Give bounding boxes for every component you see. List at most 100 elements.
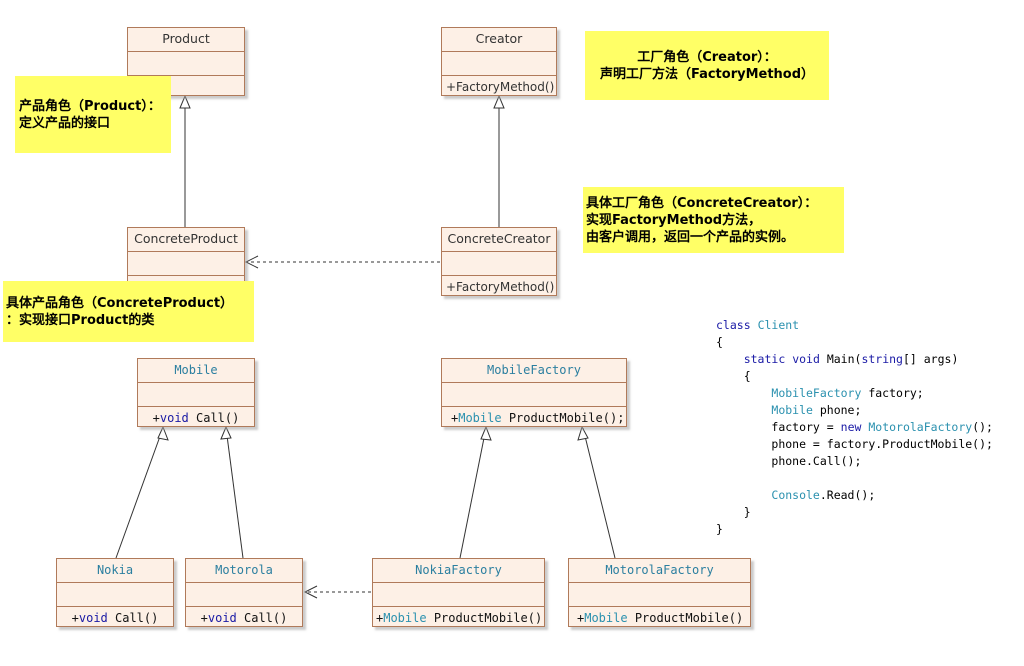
class-operation: +FactoryMethod(): [446, 80, 555, 94]
code-line: static void Main(string[] args): [716, 351, 993, 368]
motorola-class[interactable]: Motorola +void Call(): [185, 558, 303, 627]
code-line: class Client: [716, 317, 993, 334]
code-keyword: class: [716, 318, 751, 332]
class-operation: +void Call(): [138, 407, 254, 430]
note-line: 工厂角色（Creator）：: [637, 50, 777, 65]
code-line: }: [716, 504, 993, 521]
code-text: {: [743, 369, 751, 383]
class-attributes: [128, 52, 244, 76]
op-return-type: Mobile: [458, 411, 502, 425]
class-attributes: [57, 583, 173, 607]
note-line: ：实现接口Product的类: [6, 313, 155, 328]
class-attributes: [138, 383, 254, 407]
code-text: }: [743, 505, 751, 519]
note-line: 由客户调用，返回一个产品的实例。: [586, 230, 795, 245]
code-line: phone = factory.ProductMobile();: [716, 436, 993, 453]
code-line: {: [716, 368, 993, 385]
class-name: Product: [128, 28, 244, 52]
note-line: 定义产品的接口: [19, 116, 111, 131]
code-type: Client: [757, 318, 800, 332]
op-signature: Call(): [188, 411, 240, 425]
op-signature: ProductMobile(): [426, 611, 543, 625]
code-keyword: static: [743, 352, 786, 366]
mobile-factory-class[interactable]: MobileFactory +Mobile ProductMobile();: [441, 358, 627, 427]
class-name: MobileFactory: [442, 359, 626, 383]
code-line: factory = new MotorolaFactory();: [716, 419, 993, 436]
class-attributes: [186, 583, 302, 607]
concrete-creator-class[interactable]: ConcreteCreator +FactoryMethod(): [441, 227, 557, 296]
code-text: .Read();: [819, 488, 876, 502]
op-visibility: +: [200, 611, 208, 625]
code-line: MobileFactory factory;: [716, 385, 993, 402]
concrete-creator-role-note: 具体工厂角色（ConcreteCreator）： 实现FactoryMethod…: [583, 187, 844, 253]
code-text: [] args): [902, 352, 959, 366]
code-text: factory;: [861, 386, 924, 400]
motorola-generalization-line: [225, 427, 244, 559]
op-return-type: void: [78, 611, 108, 625]
class-attributes: [128, 252, 244, 276]
class-name: Nokia: [57, 559, 173, 583]
class-operation: +Mobile ProductMobile(): [569, 607, 750, 630]
op-signature: Call(): [236, 611, 288, 625]
class-attributes: [442, 252, 556, 276]
note-line: 产品角色（Product）：: [19, 99, 161, 114]
nokia-class[interactable]: Nokia +void Call(): [56, 558, 174, 627]
code-keyword: string: [861, 352, 903, 366]
class-name: Creator: [442, 28, 556, 52]
nokiafactory-generalization-line: [459, 427, 487, 559]
code-type: Mobile: [771, 403, 813, 417]
class-name: ConcreteCreator: [442, 228, 556, 252]
code-line: {: [716, 335, 723, 349]
op-signature: Call(): [107, 611, 159, 625]
code-keyword: void: [792, 352, 820, 366]
class-name: ConcreteProduct: [128, 228, 244, 252]
code-type: MobileFactory: [771, 386, 862, 400]
class-name: NokiaFactory: [373, 559, 544, 583]
code-text: factory =: [771, 420, 841, 434]
class-name: Motorola: [186, 559, 302, 583]
note-line: 具体产品角色（ConcreteProduct）: [6, 296, 234, 311]
class-operation: +void Call(): [57, 607, 173, 630]
class-attributes: [442, 52, 556, 76]
class-attributes: [373, 583, 544, 607]
op-return-type: Mobile: [383, 611, 427, 625]
code-type: MotorolaFactory: [861, 420, 973, 434]
creator-role-note: 工厂角色（Creator）： 声明工厂方法（FactoryMethod）: [585, 31, 829, 100]
code-type: Console: [771, 488, 820, 502]
client-code-listing: class Client{ static void Main(string[] …: [716, 317, 993, 538]
motorolafactory-generalization-line: [582, 427, 616, 559]
code-line: }: [716, 522, 723, 536]
note-line: 实现FactoryMethod方法，: [586, 213, 762, 228]
class-name: MotorolaFactory: [569, 559, 750, 583]
note-line: 具体工厂角色（ConcreteCreator）：: [586, 196, 818, 211]
op-return-type: void: [159, 411, 189, 425]
creator-class[interactable]: Creator +FactoryMethod(): [441, 27, 557, 96]
op-signature: ProductMobile(): [627, 611, 744, 625]
code-line: Mobile phone;: [716, 402, 993, 419]
class-operation: +Mobile ProductMobile(): [373, 607, 544, 630]
op-return-type: void: [207, 611, 237, 625]
class-name: Mobile: [138, 359, 254, 383]
concrete-product-role-note: 具体产品角色（ConcreteProduct） ：实现接口Product的类: [3, 281, 254, 342]
code-text: phone;: [812, 403, 862, 417]
class-attributes: [569, 583, 750, 607]
code-keyword: new: [840, 420, 862, 434]
product-role-note: 产品角色（Product）： 定义产品的接口: [15, 76, 171, 153]
code-line: phone.Call();: [716, 453, 993, 470]
motorola-factory-class[interactable]: MotorolaFactory +Mobile ProductMobile(): [568, 558, 751, 627]
class-operation: +void Call(): [186, 607, 302, 630]
op-signature: ProductMobile();: [501, 411, 625, 425]
code-text: ();: [972, 420, 993, 434]
code-text: phone = factory.ProductMobile();: [771, 437, 993, 451]
mobile-class[interactable]: Mobile +void Call(): [137, 358, 255, 427]
op-visibility: +: [71, 611, 79, 625]
class-operation: +Mobile ProductMobile();: [442, 407, 626, 430]
nokia-generalization-line: [115, 427, 164, 559]
class-attributes: [442, 383, 626, 407]
op-return-type: Mobile: [584, 611, 628, 625]
code-text: phone.Call();: [771, 454, 862, 468]
code-text: Main(: [819, 352, 862, 366]
note-line: 声明工厂方法（FactoryMethod）: [599, 67, 815, 82]
nokia-factory-class[interactable]: NokiaFactory +Mobile ProductMobile(): [372, 558, 545, 627]
